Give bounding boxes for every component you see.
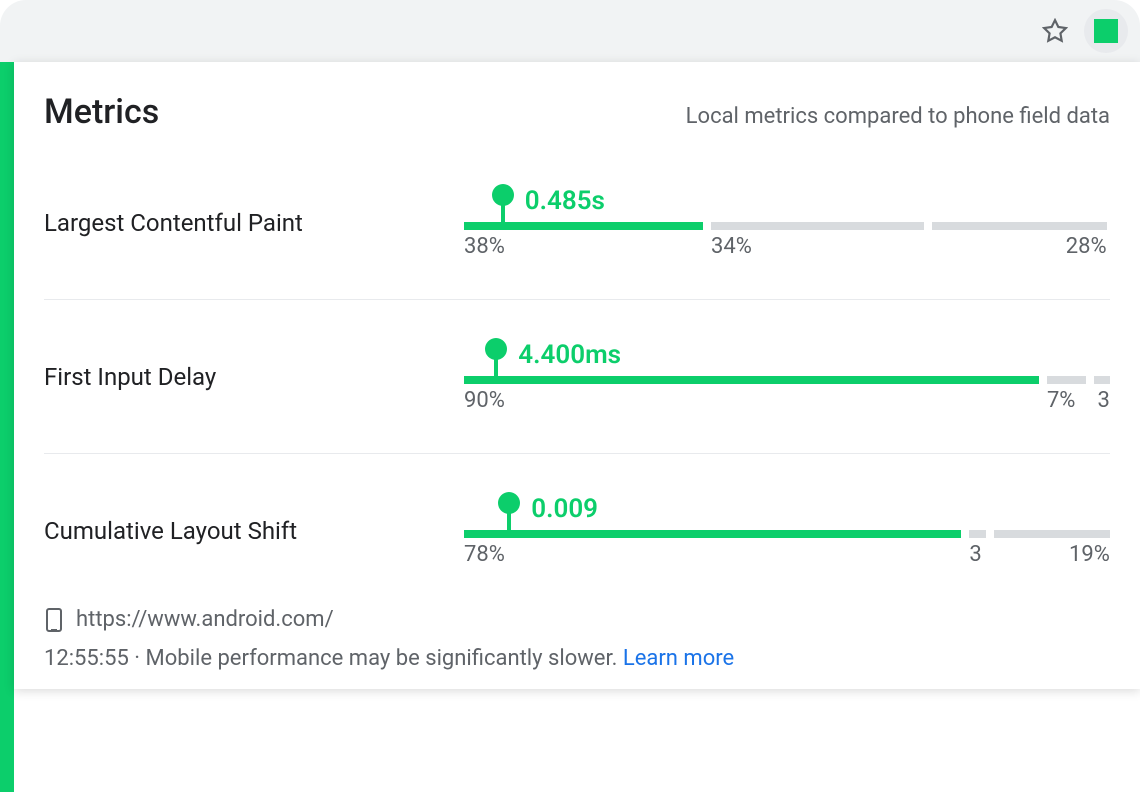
browser-toolbar <box>0 0 1140 62</box>
segment-label: 3 <box>1094 388 1110 413</box>
segment-label: 78% <box>464 542 961 567</box>
extension-badge[interactable] <box>1084 9 1128 53</box>
distribution-bar <box>464 376 1110 384</box>
bar-segment <box>464 530 961 538</box>
segment-label: 3 <box>969 542 985 567</box>
popup-header: Metrics Local metrics compared to phone … <box>44 92 1110 132</box>
bookmark-star-icon[interactable] <box>1042 18 1068 44</box>
metrics-popup: Metrics Local metrics compared to phone … <box>14 62 1140 689</box>
web-vitals-icon <box>1094 19 1118 43</box>
metric-chart: 0.009 78% 3 19% <box>464 494 1110 567</box>
background-page-strip <box>0 62 14 792</box>
segment-label: 90% <box>464 388 1039 413</box>
learn-more-link[interactable]: Learn more <box>623 646 734 671</box>
segment-label: 28% <box>932 234 1106 259</box>
metric-chart: 0.485s 38% 34% 28% <box>464 186 1110 259</box>
status-row: 12:55:55 · Mobile performance may be sig… <box>44 646 1110 671</box>
metric-label: First Input Delay <box>44 363 464 391</box>
timestamp: 12:55:55 <box>44 646 129 671</box>
popup-title: Metrics <box>44 92 159 132</box>
bar-segment <box>1047 376 1086 384</box>
metric-value: 0.485s <box>525 186 605 216</box>
url-row: https://www.android.com/ <box>44 607 1110 632</box>
status-message: Mobile performance may be significantly … <box>146 646 623 671</box>
metric-label: Largest Contentful Paint <box>44 209 464 237</box>
bar-segment <box>994 530 1110 538</box>
metric-value: 4.400ms <box>518 340 621 370</box>
metric-label: Cumulative Layout Shift <box>44 517 464 545</box>
metric-row: First Input Delay 4.400ms 90% 7% 3 <box>44 340 1110 454</box>
segment-label: 19% <box>994 542 1110 567</box>
segment-label: 38% <box>464 234 703 259</box>
popup-subtitle: Local metrics compared to phone field da… <box>686 104 1110 129</box>
bar-segment <box>464 376 1039 384</box>
bar-segment <box>932 222 1106 230</box>
metric-row: Largest Contentful Paint 0.485s 38% 34% 28% <box>44 186 1110 300</box>
phone-icon <box>46 608 62 632</box>
metric-row: Cumulative Layout Shift 0.009 78% 3 19% <box>44 494 1110 591</box>
popup-footer: https://www.android.com/ 12:55:55 · Mobi… <box>44 603 1110 671</box>
distribution-bar <box>464 222 1110 230</box>
bar-segment <box>464 222 703 230</box>
distribution-bar <box>464 530 1110 538</box>
metric-chart: 4.400ms 90% 7% 3 <box>464 340 1110 413</box>
bar-segment <box>711 222 924 230</box>
segment-label: 7% <box>1047 388 1086 413</box>
metric-value: 0.009 <box>531 494 598 524</box>
segment-label: 34% <box>711 234 924 259</box>
page-url: https://www.android.com/ <box>76 607 334 632</box>
bar-segment <box>969 530 985 538</box>
bar-segment <box>1094 376 1110 384</box>
